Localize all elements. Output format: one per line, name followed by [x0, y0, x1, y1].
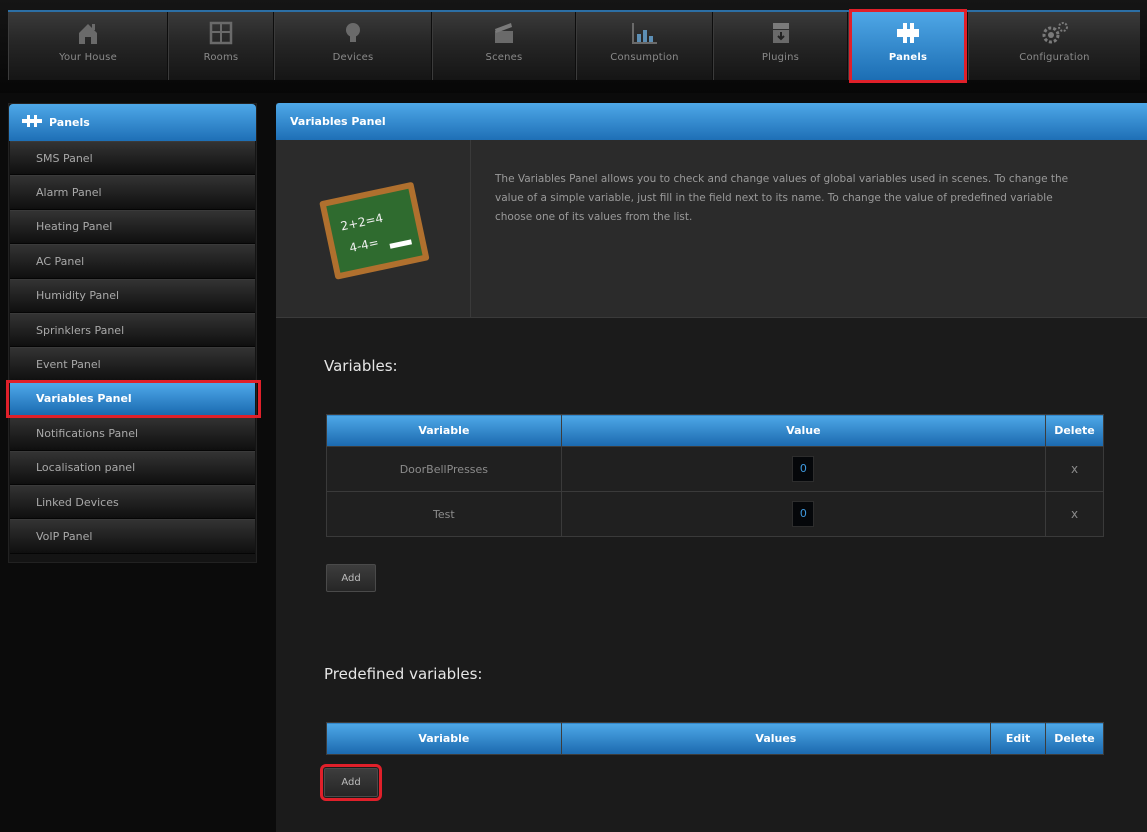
delete-button[interactable]: x — [1071, 507, 1078, 521]
nav-item-rooms[interactable]: Rooms — [168, 12, 274, 80]
nav-item-your-house[interactable]: Your House — [8, 12, 168, 80]
add-predefined-variable-button[interactable]: Add — [320, 764, 382, 801]
main-panel: Variables Panel 2+2=4 4-4= The Variables… — [276, 103, 1147, 832]
column-header-variable: Variable — [326, 414, 562, 447]
nav-label: Plugins — [761, 52, 800, 63]
column-header-delete: Delete — [1045, 414, 1104, 447]
delete-cell: x — [1045, 491, 1104, 537]
variables-table: Variable Value Delete DoorBellPresses 0 … — [326, 414, 1104, 537]
nav-item-consumption[interactable]: Consumption — [576, 12, 713, 80]
chart-icon — [630, 20, 660, 46]
column-header-values: Values — [560, 722, 992, 755]
value-cell: 0 — [560, 491, 1047, 537]
column-header-variable: Variable — [326, 722, 562, 755]
nav-label: Scenes — [485, 52, 523, 63]
variables-heading: Variables: — [324, 357, 398, 375]
column-header-delete: Delete — [1045, 722, 1104, 755]
chalkboard-icon: 2+2=4 4-4= — [319, 181, 430, 279]
value-input[interactable]: 0 — [792, 456, 815, 482]
nav-item-devices[interactable]: Devices — [274, 12, 432, 80]
main-navigation: Your House Rooms Devices Scenes Consumpt… — [8, 9, 1140, 83]
nav-label: Consumption — [610, 52, 679, 63]
predefined-variables-table: Variable Values Edit Delete — [326, 722, 1104, 755]
sidebar-item-heating-panel[interactable]: Heating Panel — [10, 209, 255, 245]
house-icon — [75, 20, 101, 46]
sidebar-item-sprinklers-panel[interactable]: Sprinklers Panel — [10, 312, 255, 348]
sidebar-item-localisation-panel[interactable]: Localisation panel — [10, 450, 255, 485]
nav-label: Rooms — [203, 52, 239, 63]
variable-name: DoorBellPresses — [326, 446, 562, 492]
bulb-icon — [340, 20, 366, 46]
intro-section: 2+2=4 4-4= The Variables Panel allows yo… — [276, 140, 1147, 318]
sidebar-item-notifications-panel[interactable]: Notifications Panel — [10, 416, 255, 451]
clapper-icon — [491, 20, 517, 46]
puzzle-icon — [893, 20, 923, 46]
sidebar-item-humidity-panel[interactable]: Humidity Panel — [10, 278, 255, 313]
sidebar-item-ac-panel[interactable]: AC Panel — [10, 244, 255, 279]
nav-label: Configuration — [1019, 52, 1090, 63]
gears-icon — [1039, 20, 1071, 46]
nav-item-configuration[interactable]: Configuration — [968, 12, 1140, 80]
table-header-row: Variable Value Delete — [326, 414, 1104, 447]
panel-description: The Variables Panel allows you to check … — [495, 173, 1069, 223]
variable-name: Test — [326, 491, 562, 537]
nav-label: Devices — [332, 52, 374, 63]
table-header-row: Variable Values Edit Delete — [326, 722, 1104, 755]
panel-title: Variables Panel — [276, 103, 1147, 140]
nav-label: Panels — [888, 52, 928, 63]
sidebar-item-variables-panel[interactable]: Variables Panel — [6, 379, 261, 419]
value-input[interactable]: 0 — [792, 501, 815, 527]
predefined-variables-heading: Predefined variables: — [324, 665, 483, 683]
top-bar: Your House Rooms Devices Scenes Consumpt… — [0, 0, 1147, 93]
value-cell: 0 — [560, 446, 1047, 492]
sidebar-item-event-panel[interactable]: Event Panel — [10, 347, 255, 382]
chalkboard-image: 2+2=4 4-4= — [276, 140, 471, 317]
nav-item-scenes[interactable]: Scenes — [432, 12, 576, 80]
sidebar-title: Panels — [49, 116, 90, 129]
nav-label: Your House — [59, 52, 117, 63]
sidebar-item-voip-panel[interactable]: VoIP Panel — [10, 519, 255, 554]
sidebar-header: Panels — [9, 104, 256, 141]
sidebar-item-linked-devices[interactable]: Linked Devices — [10, 484, 255, 520]
sidebar-item-alarm-panel[interactable]: Alarm Panel — [10, 175, 255, 210]
add-variable-button[interactable]: Add — [326, 564, 376, 592]
delete-cell: x — [1045, 446, 1104, 492]
table-row: Test 0 x — [326, 491, 1104, 537]
sidebar: Panels SMS Panel Alarm Panel Heating Pan… — [6, 103, 261, 563]
table-row: DoorBellPresses 0 x — [326, 446, 1104, 492]
puzzle-icon — [21, 113, 43, 132]
sidebar-item-sms-panel[interactable]: SMS Panel — [10, 141, 255, 176]
plugin-icon — [768, 20, 794, 46]
nav-item-panels[interactable]: Panels — [848, 9, 968, 83]
delete-button[interactable]: x — [1071, 462, 1078, 476]
rooms-icon — [208, 20, 234, 46]
column-header-edit: Edit — [990, 722, 1046, 755]
column-header-value: Value — [560, 414, 1047, 447]
nav-item-plugins[interactable]: Plugins — [713, 12, 848, 80]
